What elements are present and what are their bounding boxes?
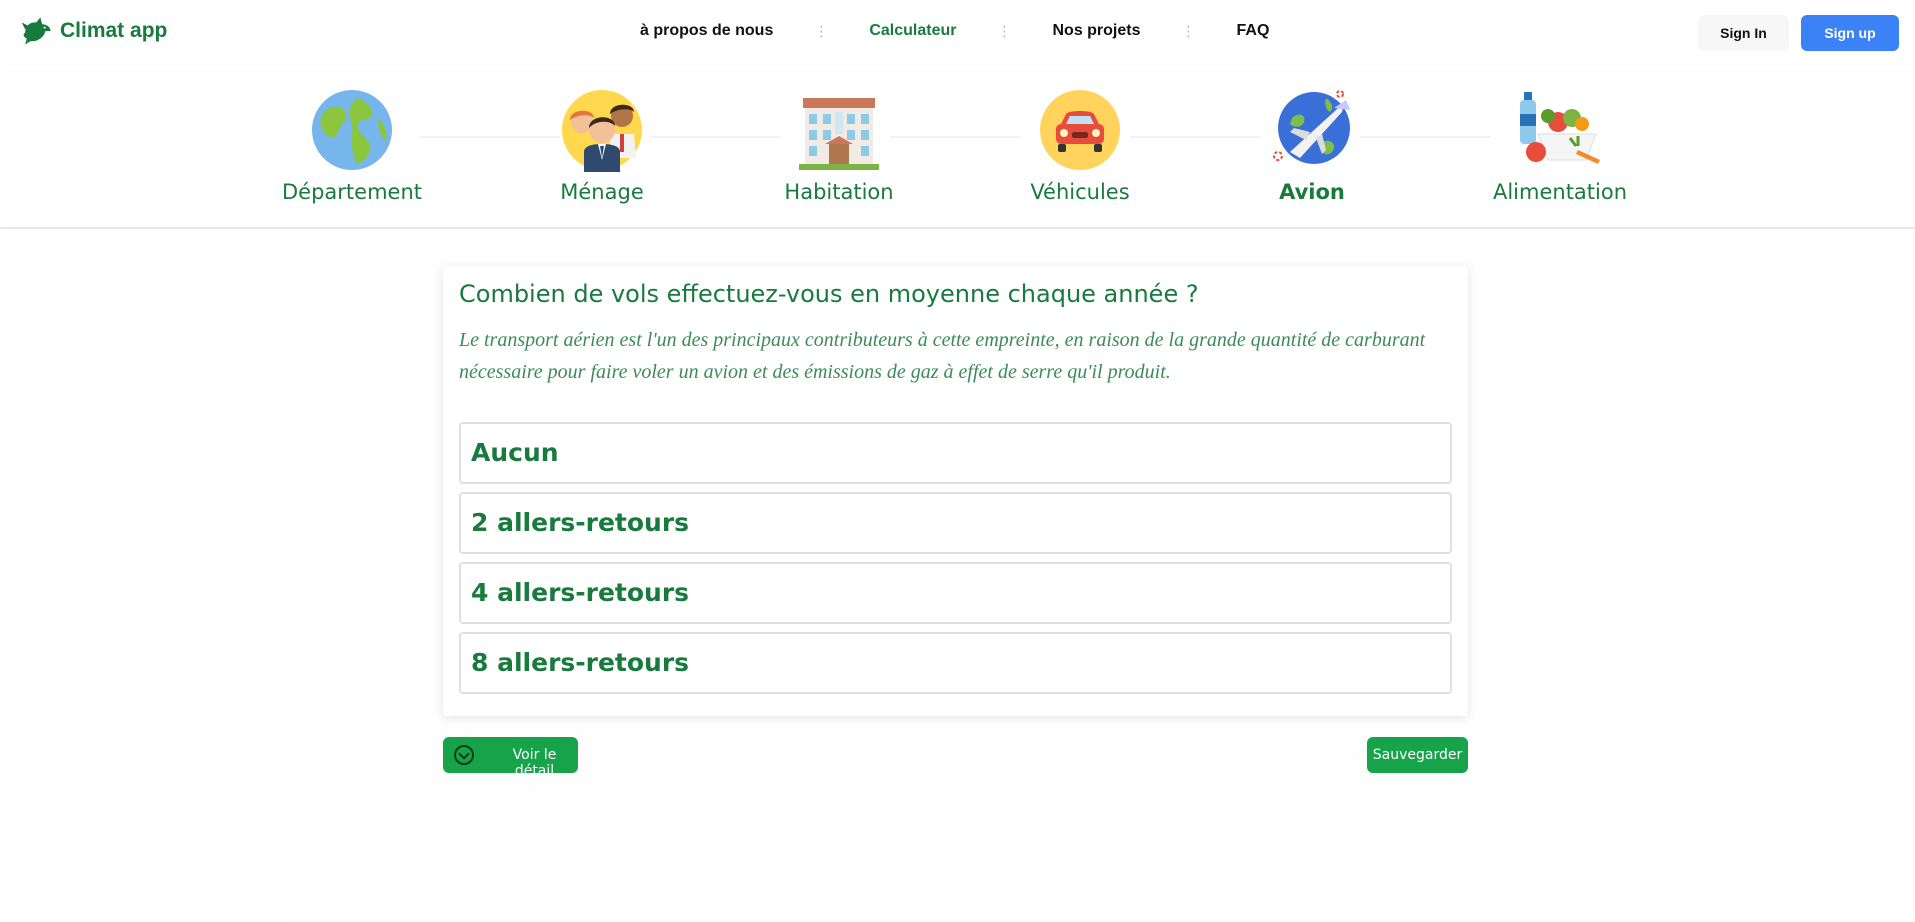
nav-separator: ⋮ [1181,23,1196,39]
nav-separator: ⋮ [997,23,1012,39]
car-icon [1040,90,1120,170]
answer-option-4-round-trips[interactable]: 4 allers-retours [459,562,1452,624]
sign-in-button[interactable]: Sign In [1698,15,1789,51]
option-label: 4 allers-retours [471,578,690,607]
main-nav: à propos de nous ⋮ Calculateur ⋮ Nos pro… [640,22,1269,40]
question-title: Combien de vols effectuez-vous en moyenn… [459,280,1199,308]
step-habitation[interactable]: Habitation [749,88,929,204]
step-label: Ménage [560,180,644,204]
sign-up-button[interactable]: Sign up [1801,15,1899,51]
question-card: Combien de vols effectuez-vous en moyenn… [443,266,1468,716]
view-detail-label: Voir le détail [512,747,557,779]
family-icon [562,90,642,172]
save-button[interactable]: Sauvegarder [1367,737,1468,773]
side-panel [0,229,288,922]
chevron-down-circle-icon [454,745,474,765]
view-detail-button[interactable]: Voir le détail [443,737,578,779]
step-label: Habitation [784,180,894,204]
step-label: Véhicules [1030,180,1130,204]
step-alimentation[interactable]: Alimentation [1470,88,1650,204]
top-navbar: Climat app à propos de nous ⋮ Calculateu… [0,0,1915,66]
step-label: Alimentation [1492,180,1628,204]
globe-icon [312,90,392,170]
answer-option-2-round-trips[interactable]: 2 allers-retours [459,492,1452,554]
nav-link-faq[interactable]: FAQ [1237,22,1270,40]
option-label: 2 allers-retours [471,508,690,537]
nav-link-projects[interactable]: Nos projets [1052,22,1140,40]
step-departement[interactable]: Département [262,88,442,204]
answer-option-8-round-trips[interactable]: 8 allers-retours [459,632,1452,694]
airplane-icon [1273,90,1350,164]
nav-separator: ⋮ [814,23,829,39]
food-icon [1520,92,1600,164]
brand-name: Climat app [60,19,168,42]
brand-logo[interactable]: Climat app [20,14,167,48]
calculator-steps: Département Ménage Habitation Véhicules … [0,66,1915,228]
nav-link-calculator[interactable]: Calculateur [869,22,956,40]
option-label: Aucun [471,438,559,467]
step-label: Département [282,180,422,204]
question-description: Le transport aérien est l'un des princip… [459,329,1426,383]
step-label: Avion [1279,180,1345,204]
nav-link-about[interactable]: à propos de nous [640,22,773,40]
step-menage[interactable]: Ménage [512,88,692,204]
step-vehicules[interactable]: Véhicules [990,88,1170,204]
option-label: 8 allers-retours [471,648,690,677]
answer-option-none[interactable]: Aucun [459,422,1452,484]
dove-icon [21,17,51,45]
building-icon [799,98,879,170]
step-avion[interactable]: Avion [1222,88,1402,204]
